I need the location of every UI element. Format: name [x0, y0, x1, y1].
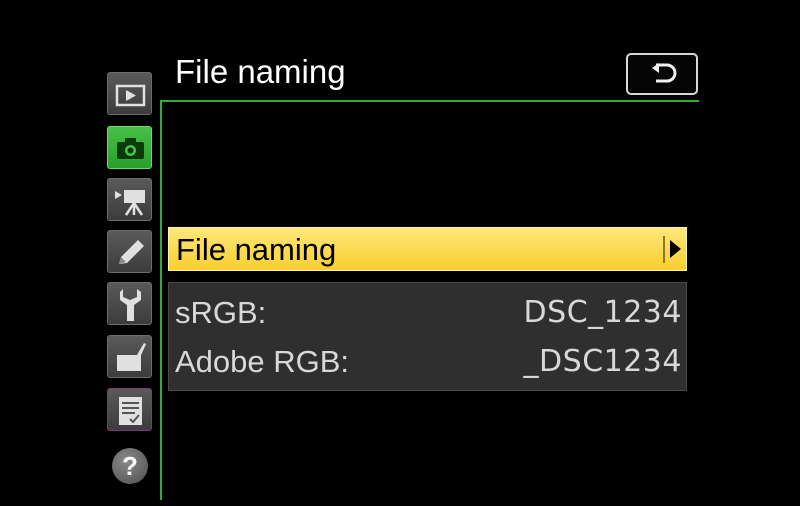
sidebar-item-playback[interactable]	[107, 72, 152, 115]
info-key: Adobe RGB:	[175, 344, 350, 379]
info-key: sRGB:	[175, 295, 267, 330]
return-icon	[652, 63, 677, 83]
info-value: DSC_1234	[523, 295, 682, 330]
pencil-icon	[119, 240, 144, 264]
back-button[interactable]	[626, 53, 698, 95]
help-icon[interactable]: ?	[112, 448, 148, 484]
sidebar-item-my-menu[interactable]	[107, 388, 152, 431]
sidebar-item-setup[interactable]	[107, 282, 152, 325]
info-row-srgb: sRGB: DSC_1234	[169, 288, 688, 338]
submenu-divider	[663, 236, 665, 263]
menu-frame-top	[160, 100, 699, 102]
movie-camera-icon	[115, 190, 145, 216]
menu-item-file-naming[interactable]: File naming	[168, 227, 687, 271]
sidebar-item-retouch[interactable]	[107, 335, 152, 378]
playback-icon	[115, 84, 146, 107]
menu-item-label: File naming	[176, 232, 337, 267]
my-menu-list-icon	[119, 397, 142, 425]
submenu-arrow-icon	[670, 240, 681, 258]
sidebar-item-custom-settings[interactable]	[107, 230, 152, 273]
file-naming-info-panel: sRGB: DSC_1234 Adobe RGB: _DSC1234	[168, 282, 687, 391]
sidebar-item-photo-shooting[interactable]	[107, 126, 152, 169]
info-row-adobe-rgb: Adobe RGB: _DSC1234	[169, 337, 688, 387]
camera-menu-screen: File naming ? File naming sRGB: DSC_1234…	[0, 0, 800, 506]
retouch-brush-icon	[117, 343, 146, 371]
menu-frame-left	[160, 100, 162, 500]
page-title: File naming	[175, 53, 346, 90]
wrench-icon	[120, 289, 141, 321]
info-value: _DSC1234	[523, 344, 682, 379]
camera-icon	[117, 138, 144, 159]
sidebar-item-movie-shooting[interactable]	[107, 178, 152, 221]
